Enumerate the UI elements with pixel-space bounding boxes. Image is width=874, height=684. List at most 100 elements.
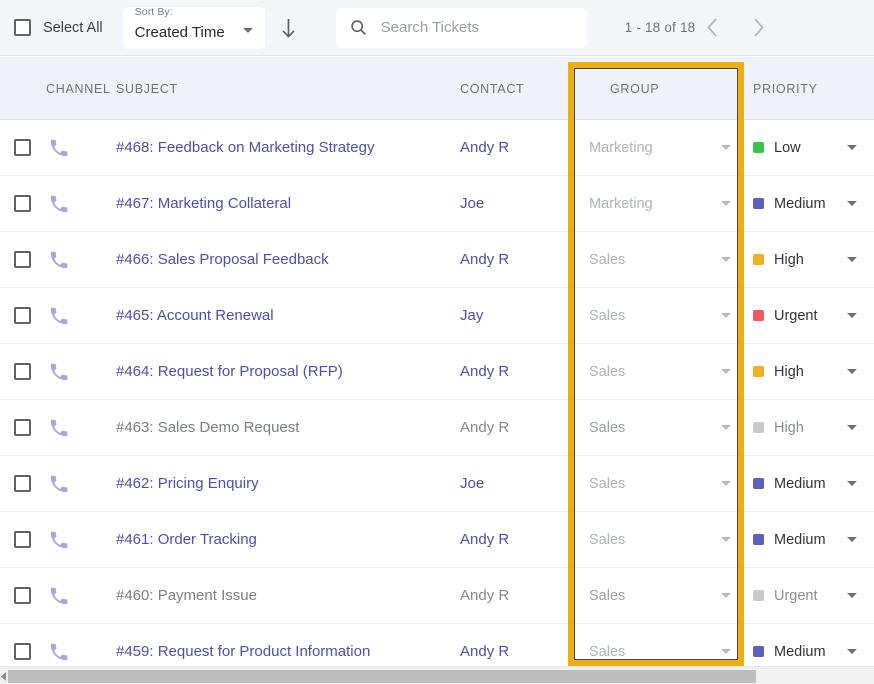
column-header-contact[interactable]: CONTACT [460, 57, 524, 120]
row-checkbox-cell[interactable] [14, 232, 38, 287]
row-checkbox[interactable] [14, 363, 31, 380]
subject-cell[interactable]: #460: Payment Issue [116, 568, 456, 623]
column-header-channel[interactable]: CHANNEL [46, 57, 111, 120]
chevron-down-icon[interactable] [721, 369, 731, 374]
row-checkbox[interactable] [14, 419, 31, 436]
subject-link[interactable]: #467: Marketing Collateral [116, 195, 291, 212]
chevron-down-icon[interactable] [847, 257, 857, 262]
row-checkbox-cell[interactable] [14, 512, 38, 567]
chevron-down-icon[interactable] [721, 145, 731, 150]
table-row[interactable]: #465: Account Renewal Jay Sales Urgent [0, 288, 874, 344]
table-row[interactable]: #464: Request for Proposal (RFP) Andy R Sa… [0, 344, 874, 400]
group-cell[interactable]: Sales [589, 512, 739, 567]
sort-by-control[interactable]: Sort By: Created Time [122, 6, 265, 49]
select-all-control[interactable]: Select All [14, 19, 103, 36]
chevron-down-icon[interactable] [242, 27, 253, 33]
chevron-down-icon[interactable] [721, 481, 731, 486]
chevron-down-icon[interactable] [847, 145, 857, 150]
subject-cell[interactable]: #468: Feedback on Marketing Strategy [116, 120, 456, 175]
group-cell[interactable]: Sales [589, 232, 739, 287]
priority-cell[interactable]: Urgent [753, 288, 863, 343]
group-cell[interactable]: Marketing [589, 176, 739, 231]
row-checkbox-cell[interactable] [14, 288, 38, 343]
row-checkbox[interactable] [14, 307, 31, 324]
table-row[interactable]: #467: Marketing Collateral Joe Marketing Me… [0, 176, 874, 232]
subject-cell[interactable]: #462: Pricing Enquiry [116, 456, 456, 511]
chevron-down-icon[interactable] [721, 313, 731, 318]
row-checkbox-cell[interactable] [14, 344, 38, 399]
row-checkbox-cell[interactable] [14, 400, 38, 455]
search-input[interactable]: Search Tickets [381, 19, 479, 36]
sort-by-select[interactable]: Sort By: Created Time [122, 6, 265, 49]
select-all-checkbox[interactable] [14, 19, 31, 36]
column-header-group[interactable]: GROUP [610, 57, 659, 120]
contact-link[interactable]: Andy R [460, 139, 509, 156]
group-cell[interactable]: Sales [589, 568, 739, 623]
priority-cell[interactable]: High [753, 344, 863, 399]
subject-cell[interactable]: #463: Sales Demo Request [116, 400, 456, 455]
chevron-down-icon[interactable] [847, 425, 857, 430]
contact-cell[interactable]: Andy R [460, 232, 565, 287]
row-checkbox[interactable] [14, 251, 31, 268]
chevron-down-icon[interactable] [847, 649, 857, 654]
priority-cell[interactable]: Low [753, 120, 863, 175]
subject-link[interactable]: #463: Sales Demo Request [116, 419, 299, 436]
subject-cell[interactable]: #467: Marketing Collateral [116, 176, 456, 231]
contact-cell[interactable]: Andy R [460, 400, 565, 455]
table-row[interactable]: #462: Pricing Enquiry Joe Sales Medium [0, 456, 874, 512]
contact-link[interactable]: Andy R [460, 363, 509, 380]
subject-link[interactable]: #459: Request for Product Information [116, 643, 370, 660]
table-row[interactable]: #466: Sales Proposal Feedback Andy R Sales… [0, 232, 874, 288]
chevron-down-icon[interactable] [847, 593, 857, 598]
contact-link[interactable]: Andy R [460, 643, 509, 660]
priority-cell[interactable]: Medium [753, 456, 863, 511]
horizontal-scrollbar[interactable] [0, 666, 874, 684]
subject-link[interactable]: #461: Order Tracking [116, 531, 257, 548]
subject-link[interactable]: #460: Payment Issue [116, 587, 257, 604]
chevron-down-icon[interactable] [721, 425, 731, 430]
scrollbar-thumb[interactable] [8, 670, 756, 683]
chevron-down-icon[interactable] [721, 537, 731, 542]
contact-cell[interactable]: Andy R [460, 344, 565, 399]
priority-cell[interactable]: High [753, 232, 863, 287]
priority-cell[interactable]: Urgent [753, 568, 863, 623]
contact-link[interactable]: Joe [460, 475, 484, 492]
chevron-down-icon[interactable] [721, 593, 731, 598]
group-cell[interactable]: Sales [589, 456, 739, 511]
subject-link[interactable]: #464: Request for Proposal (RFP) [116, 363, 343, 380]
table-row[interactable]: #461: Order Tracking Andy R Sales Medium [0, 512, 874, 568]
priority-cell[interactable]: High [753, 400, 863, 455]
contact-cell[interactable]: Andy R [460, 512, 565, 567]
subject-cell[interactable]: #466: Sales Proposal Feedback [116, 232, 456, 287]
subject-link[interactable]: #465: Account Renewal [116, 307, 274, 324]
row-checkbox-cell[interactable] [14, 568, 38, 623]
contact-link[interactable]: Andy R [460, 587, 509, 604]
contact-cell[interactable]: Joe [460, 456, 565, 511]
priority-cell[interactable]: Medium [753, 512, 863, 567]
chevron-down-icon[interactable] [721, 257, 731, 262]
subject-link[interactable]: #468: Feedback on Marketing Strategy [116, 139, 375, 156]
row-checkbox[interactable] [14, 195, 31, 212]
contact-link[interactable]: Jay [460, 307, 483, 324]
search-box[interactable]: Search Tickets [335, 7, 587, 48]
subject-link[interactable]: #462: Pricing Enquiry [116, 475, 259, 492]
chevron-down-icon[interactable] [847, 537, 857, 542]
contact-link[interactable]: Andy R [460, 251, 509, 268]
chevron-down-icon[interactable] [847, 313, 857, 318]
group-cell[interactable]: Sales [589, 400, 739, 455]
contact-cell[interactable]: Jay [460, 288, 565, 343]
subject-cell[interactable]: #465: Account Renewal [116, 288, 456, 343]
group-cell[interactable]: Sales [589, 288, 739, 343]
row-checkbox[interactable] [14, 531, 31, 548]
contact-link[interactable]: Andy R [460, 531, 509, 548]
row-checkbox-cell[interactable] [14, 456, 38, 511]
chevron-down-icon[interactable] [721, 201, 731, 206]
contact-cell[interactable]: Joe [460, 176, 565, 231]
contact-link[interactable]: Andy R [460, 419, 509, 436]
column-header-priority[interactable]: PRIORITY [753, 57, 818, 120]
table-row[interactable]: #463: Sales Demo Request Andy R Sales High [0, 400, 874, 456]
row-checkbox-cell[interactable] [14, 176, 38, 231]
row-checkbox[interactable] [14, 643, 31, 660]
group-cell[interactable]: Marketing [589, 120, 739, 175]
row-checkbox[interactable] [14, 475, 31, 492]
